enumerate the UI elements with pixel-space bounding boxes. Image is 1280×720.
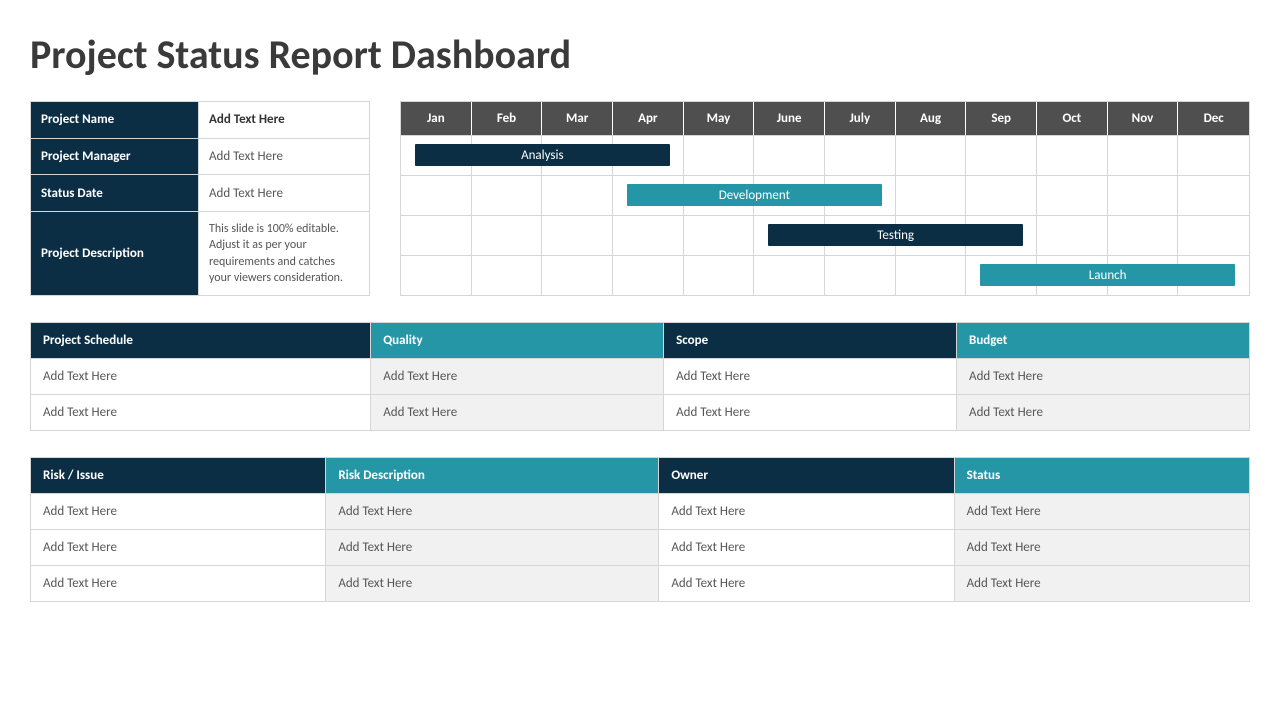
info-label-name: Project Name — [31, 102, 199, 139]
gantt-bar-analysis: Analysis — [415, 144, 669, 166]
risk-cell[interactable]: Add Text Here — [31, 494, 326, 530]
info-label-manager: Project Manager — [31, 138, 199, 175]
page-title: Project Status Report Dashboard — [30, 30, 1250, 79]
schedule-cell[interactable]: Add Text Here — [957, 395, 1250, 431]
risk-table: Risk / Issue Risk Description Owner Stat… — [30, 457, 1250, 602]
schedule-header: Scope — [664, 323, 957, 359]
gantt-month: June — [754, 102, 825, 135]
risk-cell[interactable]: Add Text Here — [659, 566, 954, 602]
gantt-chart: Jan Feb Mar Apr May June July Aug Sep Oc… — [400, 101, 1250, 296]
project-info-table: Project Name Add Text Here Project Manag… — [30, 101, 370, 296]
gantt-bar-testing: Testing — [768, 224, 1022, 246]
risk-cell[interactable]: Add Text Here — [659, 530, 954, 566]
gantt-month: Mar — [542, 102, 613, 135]
schedule-cell[interactable]: Add Text Here — [371, 395, 664, 431]
risk-header: Risk Description — [326, 458, 659, 494]
schedule-table: Project Schedule Quality Scope Budget Ad… — [30, 322, 1250, 431]
info-value-name[interactable]: Add Text Here — [199, 102, 370, 139]
risk-cell[interactable]: Add Text Here — [326, 494, 659, 530]
gantt-month: Aug — [896, 102, 967, 135]
schedule-cell[interactable]: Add Text Here — [31, 395, 371, 431]
info-value-manager[interactable]: Add Text Here — [199, 138, 370, 175]
schedule-header: Quality — [371, 323, 664, 359]
gantt-month: July — [825, 102, 896, 135]
gantt-month: Sep — [966, 102, 1037, 135]
gantt-month: Dec — [1178, 102, 1249, 135]
risk-header: Status — [954, 458, 1249, 494]
gantt-header: Jan Feb Mar Apr May June July Aug Sep Oc… — [401, 102, 1249, 135]
gantt-month: Jan — [401, 102, 472, 135]
info-value-description[interactable]: This slide is 100% editable. Adjust it a… — [199, 212, 370, 296]
info-label-description: Project Description — [31, 212, 199, 296]
schedule-header: Budget — [957, 323, 1250, 359]
risk-cell[interactable]: Add Text Here — [954, 530, 1249, 566]
gantt-month: Nov — [1108, 102, 1179, 135]
risk-cell[interactable]: Add Text Here — [954, 494, 1249, 530]
gantt-month: Feb — [472, 102, 543, 135]
gantt-month: May — [684, 102, 755, 135]
risk-header: Risk / Issue — [31, 458, 326, 494]
info-label-statusdate: Status Date — [31, 175, 199, 212]
schedule-cell[interactable]: Add Text Here — [371, 359, 664, 395]
schedule-header: Project Schedule — [31, 323, 371, 359]
gantt-body: Analysis Development Testing Launch — [401, 135, 1249, 295]
gantt-month: Oct — [1037, 102, 1108, 135]
gantt-bar-development: Development — [627, 184, 881, 206]
risk-header: Owner — [659, 458, 954, 494]
risk-cell[interactable]: Add Text Here — [659, 494, 954, 530]
schedule-cell[interactable]: Add Text Here — [664, 395, 957, 431]
info-value-statusdate[interactable]: Add Text Here — [199, 175, 370, 212]
risk-cell[interactable]: Add Text Here — [31, 530, 326, 566]
schedule-cell[interactable]: Add Text Here — [957, 359, 1250, 395]
gantt-bar-launch: Launch — [980, 264, 1234, 286]
gantt-month: Apr — [613, 102, 684, 135]
risk-cell[interactable]: Add Text Here — [326, 566, 659, 602]
schedule-cell[interactable]: Add Text Here — [664, 359, 957, 395]
schedule-cell[interactable]: Add Text Here — [31, 359, 371, 395]
risk-cell[interactable]: Add Text Here — [954, 566, 1249, 602]
risk-cell[interactable]: Add Text Here — [326, 530, 659, 566]
risk-cell[interactable]: Add Text Here — [31, 566, 326, 602]
